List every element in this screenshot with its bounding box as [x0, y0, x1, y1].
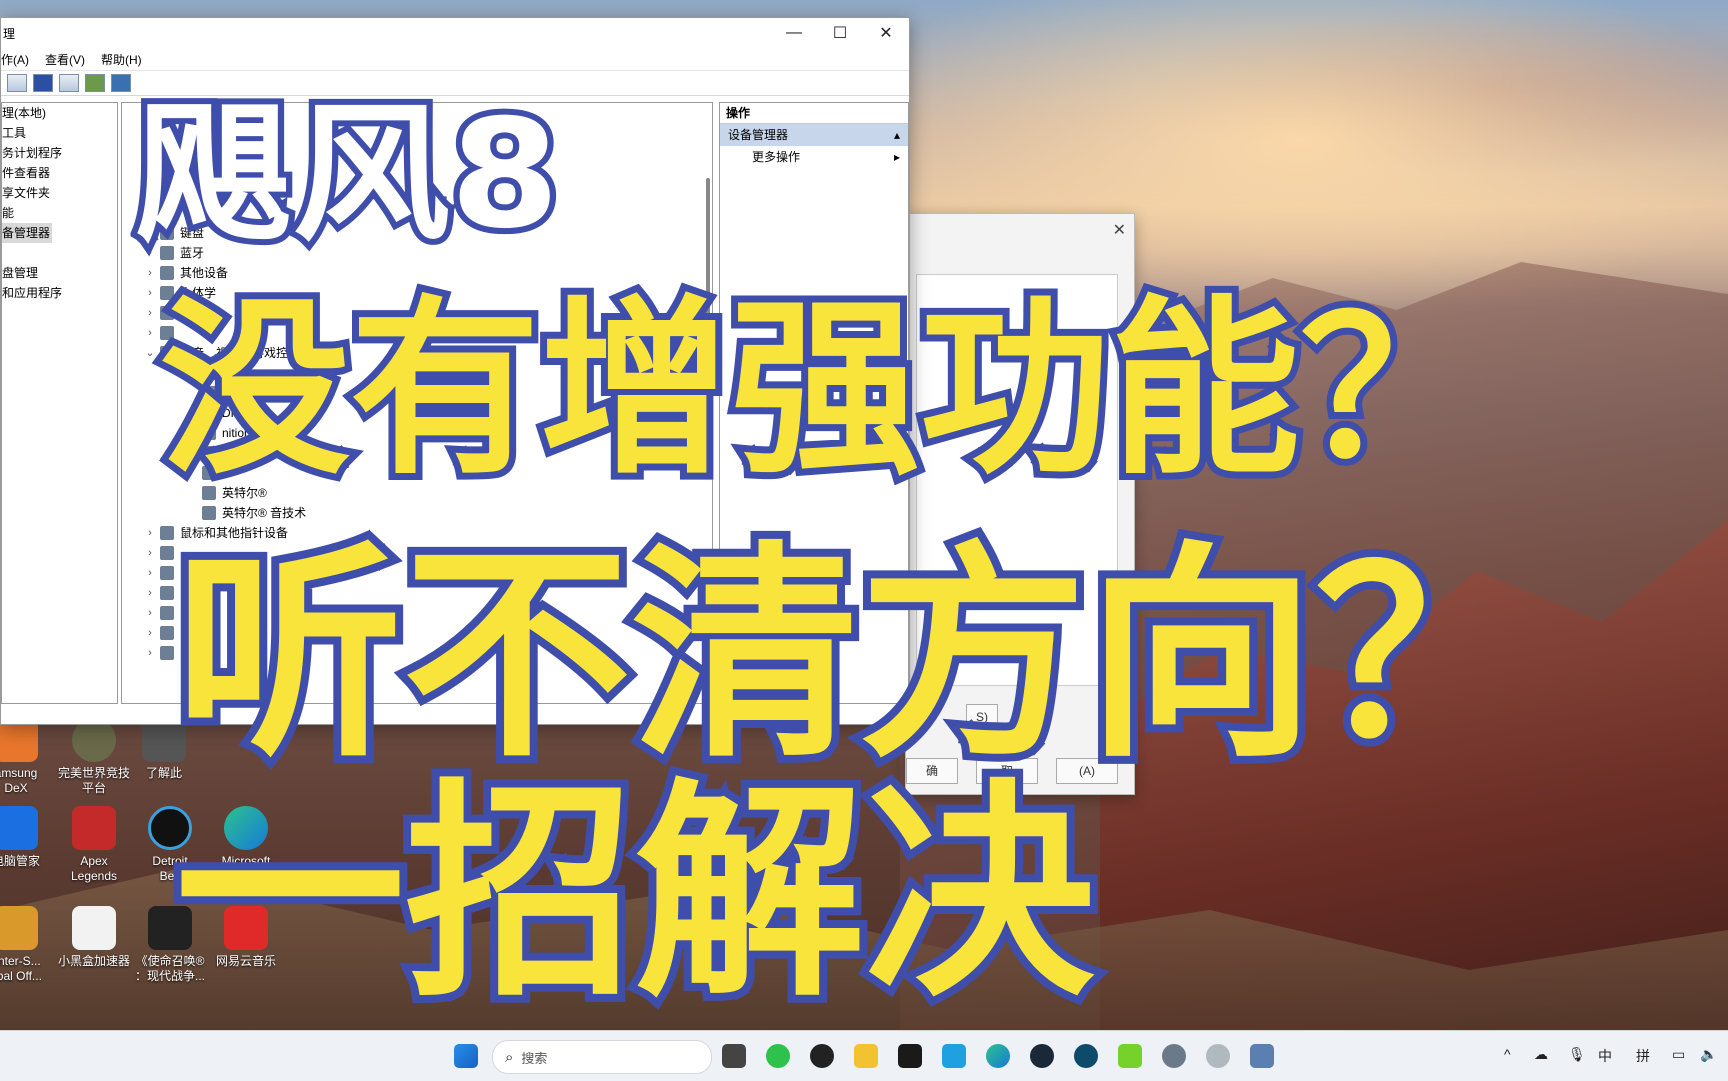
console-tree-icon[interactable]	[7, 74, 27, 92]
actions-header: 操作	[720, 103, 908, 124]
chevron-down-icon[interactable]: ⌄	[140, 343, 160, 363]
chevron-right-icon[interactable]: ›	[140, 523, 160, 543]
device-tree-label: 英特尔® 音技术	[222, 506, 307, 520]
help-icon[interactable]	[33, 74, 53, 92]
menu-help[interactable]: 帮助(H)	[101, 51, 142, 68]
tree-item[interactable]: 和应用程序	[2, 283, 117, 303]
steam-icon[interactable]	[1030, 1044, 1054, 1068]
scan-hardware-icon[interactable]	[111, 74, 131, 92]
title-bar: 理 — ☐ ✕	[1, 18, 909, 48]
device-icon	[160, 266, 174, 280]
menu-action[interactable]: 作(A)	[1, 51, 29, 68]
collapse-icon: ▴	[893, 128, 900, 142]
desktop-icon-samsung-dex[interactable]: amsungDeX	[0, 718, 52, 796]
desktop-icon-pc-manager[interactable]: 电脑管家	[0, 806, 52, 869]
onedrive-icon[interactable]: ☁	[1534, 1046, 1548, 1063]
app-shield-icon[interactable]	[1206, 1044, 1230, 1068]
device-tree-row[interactable]: 英特尔® 音技术	[122, 503, 712, 523]
csgo-icon	[0, 906, 38, 950]
close-icon[interactable]: ✕	[1113, 220, 1126, 240]
window-title: 理	[3, 26, 16, 41]
chevron-up-icon[interactable]: ^	[1504, 1046, 1511, 1062]
tree-item[interactable]: 务计划程序	[2, 143, 117, 163]
tree-item-device-manager[interactable]: 备管理器	[2, 223, 117, 243]
search-placeholder: 搜索	[521, 1050, 548, 1066]
tree-item[interactable]: 理(本地)	[2, 103, 117, 123]
desktop-icon-perfect-world[interactable]: 完美世界竞技 平台	[58, 718, 130, 796]
tree-item[interactable]: 能	[2, 203, 117, 223]
kook-icon[interactable]	[1118, 1044, 1142, 1068]
device-icon	[160, 626, 174, 640]
chevron-right-icon[interactable]: ›	[140, 303, 160, 323]
device-icon	[160, 586, 174, 600]
computer-management-icon[interactable]	[1250, 1044, 1274, 1068]
ime-pinyin[interactable]: 拼	[1636, 1046, 1650, 1066]
device-icon	[160, 526, 174, 540]
desktop-icon-xiaoheihe[interactable]: 小黑盒加速器	[58, 906, 130, 969]
maximize-button[interactable]: ☐	[817, 18, 863, 48]
chevron-right-icon[interactable]: ›	[140, 543, 160, 563]
search-box[interactable]: ⌕ 搜索	[492, 1040, 712, 1074]
device-icon	[160, 546, 174, 560]
chevron-right-icon[interactable]: ›	[140, 283, 160, 303]
console-tree: 理(本地) 工具 务计划程序 件查看器 享文件夹 能 备管理器 盘管理 和应用程…	[1, 102, 118, 704]
action-device-manager[interactable]: 设备管理器 ▴	[720, 124, 908, 146]
properties-icon[interactable]	[59, 74, 79, 92]
chevron-right-icon[interactable]: ›	[140, 603, 160, 623]
tree-item[interactable]	[2, 243, 117, 263]
tree-item[interactable]: 盘管理	[2, 263, 117, 283]
start-icon[interactable]	[454, 1044, 478, 1068]
device-icon	[202, 506, 216, 520]
chevron-right-icon[interactable]: ›	[140, 583, 160, 603]
headline-line1: 飓风8	[129, 88, 566, 262]
tree-item[interactable]: 享文件夹	[2, 183, 117, 203]
minimize-button[interactable]: —	[771, 18, 817, 48]
shield-icon	[0, 806, 38, 850]
qq-icon[interactable]	[810, 1044, 834, 1068]
chevron-right-icon[interactable]: ›	[140, 323, 160, 343]
headline-line3: 听不清方向？	[167, 522, 1551, 788]
apex-icon	[72, 806, 116, 850]
wechat-icon[interactable]	[766, 1044, 790, 1068]
microphone-icon[interactable]: 🎙	[1568, 1046, 1586, 1063]
taskbar: ⌕ 搜索 ^ ☁ 🎙 中 拼 ▭ 🔈	[0, 1030, 1728, 1081]
close-button[interactable]: ✕	[863, 18, 909, 48]
headline-line4: 一招解决	[167, 761, 1103, 1028]
update-driver-icon[interactable]	[85, 74, 105, 92]
headline-line2: 没有增强功能？	[153, 279, 1497, 500]
chevron-right-icon[interactable]: ›	[140, 623, 160, 643]
edge-icon[interactable]	[986, 1044, 1010, 1068]
tree-item[interactable]: 件查看器	[2, 163, 117, 183]
chevron-right-icon[interactable]: ›	[140, 643, 160, 663]
file-explorer-icon[interactable]	[854, 1044, 878, 1068]
bilibili-icon[interactable]	[942, 1044, 966, 1068]
chevron-right-icon[interactable]: ›	[140, 263, 160, 283]
tree-item[interactable]: 工具	[2, 123, 117, 143]
chevron-right-icon: ▸	[893, 150, 900, 164]
device-icon	[160, 606, 174, 620]
device-icon	[160, 646, 174, 660]
task-view-icon[interactable]	[722, 1044, 746, 1068]
network-icon[interactable]: ▭	[1672, 1046, 1685, 1063]
desktop-icon-apex[interactable]: Apex Legends	[58, 806, 130, 884]
volume-icon[interactable]: 🔈	[1700, 1046, 1717, 1063]
action-more[interactable]: 更多操作 ▸	[720, 146, 908, 168]
menu-view[interactable]: 查看(V)	[45, 51, 85, 68]
g-app-icon[interactable]	[898, 1044, 922, 1068]
search-icon: ⌕	[505, 1048, 514, 1066]
desktop-icon-counter-strike[interactable]: unter-S...obal Off...	[0, 906, 52, 984]
ime-chinese[interactable]: 中	[1598, 1046, 1612, 1066]
menu-bar: 作(A) 查看(V) 帮助(H)	[1, 48, 909, 71]
settings-icon[interactable]	[1162, 1044, 1186, 1068]
device-icon	[160, 566, 174, 580]
app-ring-icon[interactable]	[1074, 1044, 1098, 1068]
chevron-right-icon[interactable]: ›	[140, 563, 160, 583]
xiaoheihe-icon	[72, 906, 116, 950]
